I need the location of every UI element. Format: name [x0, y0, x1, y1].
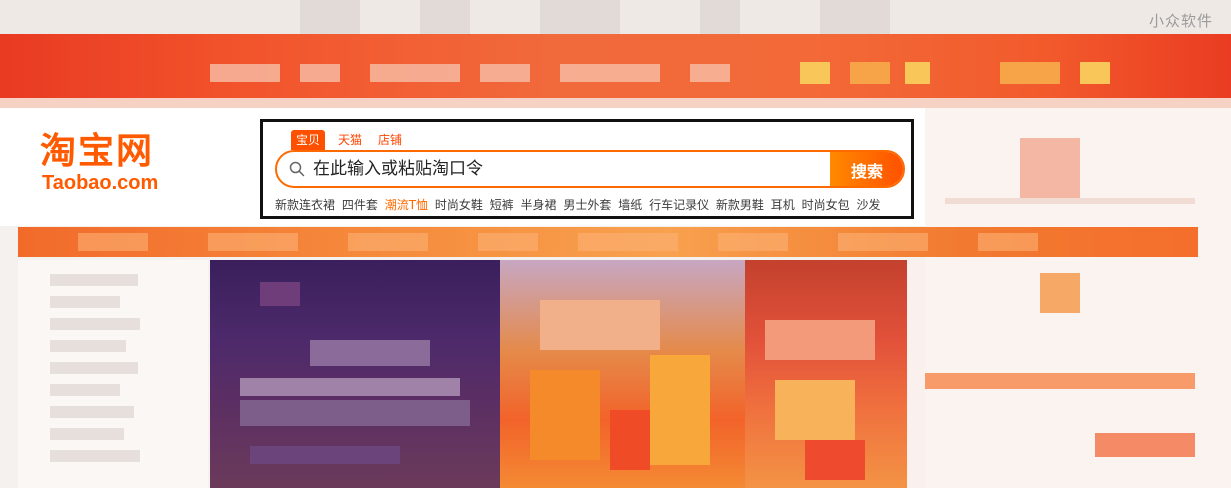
hot-word-link[interactable]: 时尚女包 — [802, 198, 850, 212]
blurred-promo-image-center[interactable] — [500, 260, 745, 488]
tab-baobei[interactable]: 宝贝 — [291, 130, 326, 150]
search-tabs: 宝贝 天猫 店铺 — [291, 130, 405, 150]
taobao-logo[interactable]: 淘宝网 Taobao.com — [40, 131, 220, 195]
hot-word-link[interactable]: 时尚女鞋 — [435, 198, 483, 212]
search-bar: 搜索 — [275, 150, 905, 188]
blurred-right-column — [925, 108, 1231, 488]
hot-search-words: 新款连衣裙 四件套 潮流T恤 时尚女鞋 短裤 半身裙 男士外套 墙纸 行车记录仪… — [275, 196, 905, 213]
blurred-promo-banner[interactable] — [0, 34, 1231, 98]
logo-en-text: Taobao.com — [42, 172, 159, 194]
hot-word-link[interactable]: 四件套 — [342, 198, 378, 212]
tab-tmall[interactable]: 天猫 — [335, 130, 365, 150]
hot-word-link[interactable]: 半身裙 — [521, 198, 557, 212]
hot-word-link[interactable]: 男士外套 — [563, 198, 611, 212]
top-blurred-strip: 小众软件 — [0, 0, 1231, 34]
search-input[interactable] — [313, 152, 833, 186]
blurred-promo-image-left[interactable] — [210, 260, 500, 488]
watermark-text: 小众软件 — [1148, 12, 1213, 30]
hot-word-link[interactable]: 沙发 — [856, 198, 880, 212]
blurred-category-nav[interactable] — [18, 227, 1198, 257]
blurred-category-menu[interactable] — [18, 260, 208, 488]
hot-word-link[interactable]: 短裤 — [490, 198, 514, 212]
blurred-divider — [907, 260, 925, 488]
hot-word-link[interactable]: 墙纸 — [618, 198, 642, 212]
hot-word-link[interactable]: 潮流T恤 — [385, 198, 428, 212]
hot-word-link[interactable]: 行车记录仪 — [649, 198, 709, 212]
hot-word-link[interactable]: 新款男鞋 — [716, 198, 764, 212]
search-panel: 宝贝 天猫 店铺 搜索 新款连衣裙 四件套 潮流T恤 时尚女鞋 短裤 半身裙 男… — [260, 119, 914, 219]
search-icon — [289, 161, 305, 177]
logo-cn-text: 淘宝网 — [40, 131, 155, 172]
banner-fade — [0, 98, 1231, 108]
blurred-promo-image-right[interactable] — [745, 260, 907, 488]
hot-word-link[interactable]: 新款连衣裙 — [275, 198, 335, 212]
search-button[interactable]: 搜索 — [830, 152, 903, 186]
hot-word-link[interactable]: 耳机 — [771, 198, 795, 212]
tab-shop[interactable]: 店铺 — [375, 130, 405, 150]
